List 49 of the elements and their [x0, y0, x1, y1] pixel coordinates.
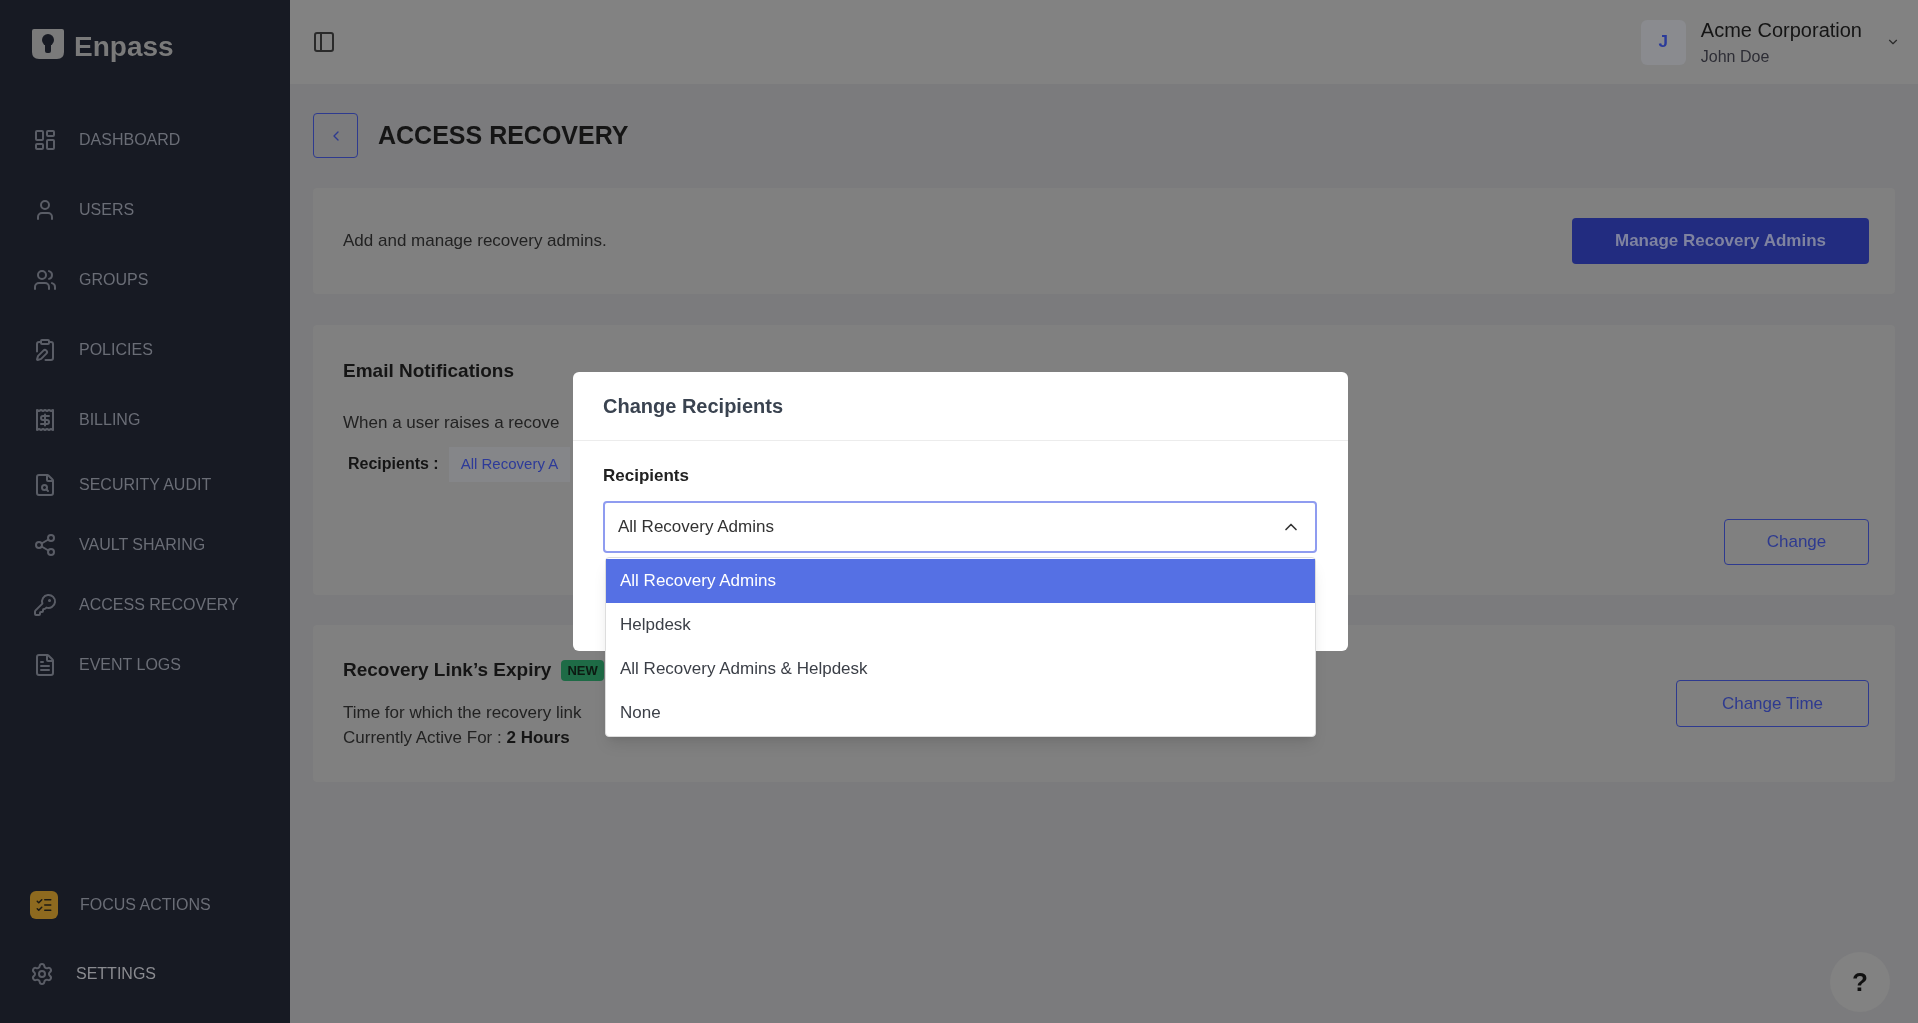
- checklist-icon: [30, 890, 58, 919]
- new-badge: NEW: [561, 659, 604, 681]
- organization-name: Acme Corporation: [1700, 18, 1862, 43]
- logo-text: Enpass: [74, 30, 174, 64]
- sidebar-item[interactable]: FOCUS ACTIONS: [0, 870, 290, 939]
- card-description: Add and manage recovery admins.: [343, 230, 607, 253]
- field-label: Recipients: [603, 465, 689, 487]
- sidebar-item[interactable]: GROUPS: [0, 245, 290, 315]
- key-icon: [33, 593, 57, 617]
- document-icon: [33, 653, 57, 677]
- grid-icon: [33, 128, 57, 152]
- settings-icon: [30, 961, 54, 986]
- manage-recovery-admins-button[interactable]: Manage Recovery Admins: [1572, 218, 1869, 264]
- sidebar-item[interactable]: DASHBOARD: [0, 105, 290, 175]
- share-icon: [33, 533, 57, 557]
- recipients-select[interactable]: All Recovery Admins: [603, 500, 1317, 553]
- avatar: J: [1640, 19, 1686, 65]
- section-description: Time for which the recovery link: [343, 701, 583, 724]
- change-time-button[interactable]: Change Time: [1676, 680, 1869, 727]
- sidebar-toggle-icon[interactable]: [312, 30, 336, 54]
- section-title: Email Notifications: [343, 359, 516, 383]
- active-time-text: Currently Active For : 2 Hours: [343, 727, 571, 749]
- sidebar-item[interactable]: BILLING: [0, 385, 290, 455]
- file-search-icon: [33, 473, 57, 497]
- sidebar-item[interactable]: VAULT SHARING: [0, 515, 290, 575]
- sidebar-item[interactable]: SETTINGS: [0, 939, 290, 1008]
- clipboard-icon: [33, 338, 57, 362]
- help-button[interactable]: ?: [1830, 952, 1890, 1012]
- section-title: Recovery Link’s Expiry: [343, 658, 552, 682]
- sidebar-item[interactable]: POLICIES: [0, 315, 290, 385]
- sidebar-item[interactable]: USERS: [0, 175, 290, 245]
- user-name: John Doe: [1700, 47, 1771, 67]
- sidebar-item[interactable]: SECURITY AUDIT: [0, 455, 290, 515]
- recipients-tag: All Recovery A: [448, 447, 571, 482]
- recipients-label: Recipients :: [348, 454, 439, 475]
- dropdown-option[interactable]: All Recovery Admins & Helpdesk: [606, 647, 1315, 691]
- back-button[interactable]: [313, 113, 358, 158]
- modal-title: Change Recipients: [603, 394, 784, 419]
- dropdown-option[interactable]: None: [606, 691, 1315, 735]
- receipt-icon: [33, 408, 57, 432]
- dropdown-option[interactable]: All Recovery Admins: [606, 559, 1315, 603]
- page-title: ACCESS RECOVERY: [378, 119, 629, 151]
- sidebar-item[interactable]: ACCESS RECOVERY: [0, 575, 290, 635]
- change-button[interactable]: Change: [1724, 519, 1869, 565]
- keyhole-logo-icon: [30, 26, 66, 62]
- sidebar-item[interactable]: EVENT LOGS: [0, 635, 290, 695]
- dropdown-option[interactable]: Helpdesk: [606, 603, 1315, 647]
- section-description: When a user raises a recove: [343, 411, 561, 434]
- users-icon: [33, 268, 57, 292]
